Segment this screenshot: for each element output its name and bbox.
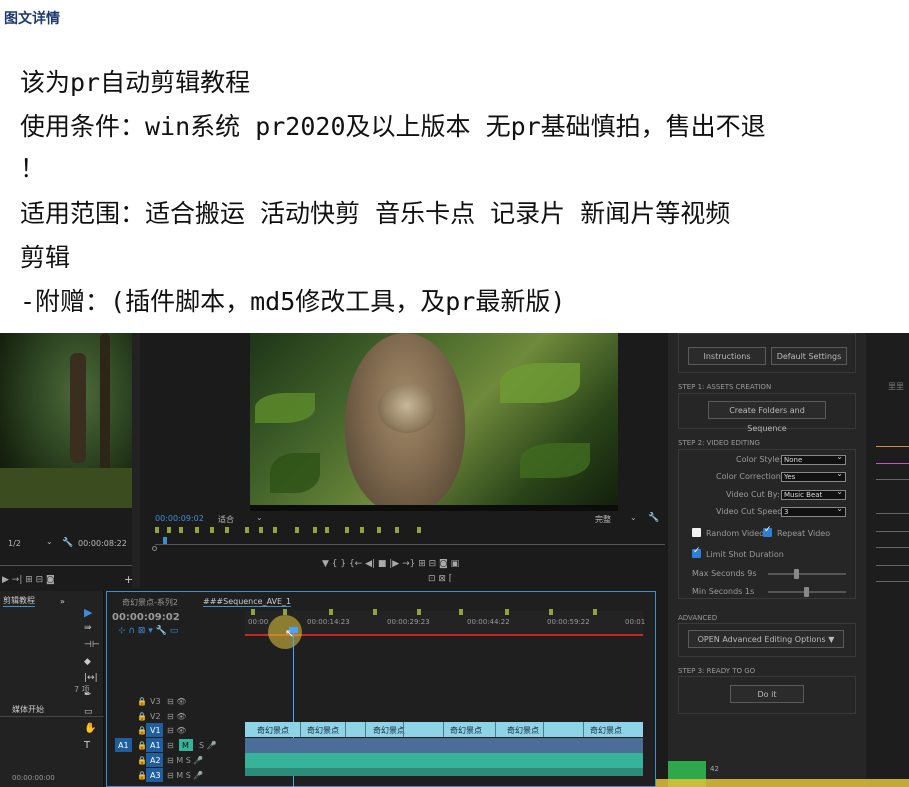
description-line-6: -附赠：(插件脚本，md5修改工具，及pr最新版) bbox=[20, 287, 566, 316]
color-correction-select[interactable]: Yes bbox=[781, 470, 846, 482]
max-seconds-label: Max Seconds 9s bbox=[692, 569, 757, 578]
track-header-a2[interactable]: 🔒 A2 ⊟ M S 🎤 bbox=[107, 753, 245, 767]
step1-heading: STEP 1: ASSETS CREATION bbox=[678, 383, 772, 391]
timeline-timecode: 00:00:09:02 bbox=[112, 612, 180, 623]
right-panel-label: 里里 bbox=[888, 382, 904, 391]
program-extra-icons[interactable]: ⊡ ⊠ ⌈ bbox=[428, 574, 452, 584]
description-line-1: 该为pr自动剪辑教程 bbox=[20, 68, 251, 97]
add-button-icon[interactable]: + bbox=[124, 573, 133, 586]
create-folders-button[interactable]: Create Folders and Sequence bbox=[708, 401, 826, 433]
repeat-video-label: Repeat Video bbox=[777, 529, 831, 538]
step3-heading: STEP 3: READY TO GO bbox=[678, 667, 756, 675]
source-zoom-dropdown-icon[interactable]: ⌄ bbox=[46, 537, 53, 546]
default-settings-button[interactable]: Default Settings bbox=[771, 347, 847, 365]
rectangle-tool-icon[interactable]: ▭ bbox=[84, 707, 93, 717]
random-video-checkbox[interactable] bbox=[692, 528, 701, 537]
open-advanced-button[interactable]: OPEN Advanced Editing Options ▼ bbox=[688, 630, 844, 648]
limit-shot-label: Limit Shot Duration bbox=[706, 550, 784, 559]
do-it-button[interactable]: Do it bbox=[730, 685, 804, 703]
track-header-v2[interactable]: 🔒 V2 ⊟ 👁 bbox=[107, 709, 245, 723]
max-seconds-slider[interactable] bbox=[768, 573, 846, 575]
video-cut-speed-select[interactable]: 3 bbox=[781, 505, 846, 517]
right-edge-panel: 里里 bbox=[866, 333, 909, 787]
track-select-icon[interactable]: ⇛ bbox=[84, 623, 92, 633]
program-timecode: 00:00:09:02 bbox=[155, 514, 204, 523]
wrench-icon[interactable]: 🔧 bbox=[62, 538, 73, 548]
min-seconds-label: Min Seconds 1s bbox=[692, 587, 755, 596]
track-header-v3[interactable]: 🔒 V3 ⊟ 👁 bbox=[107, 694, 245, 708]
random-video-label: Random Video bbox=[706, 529, 765, 538]
type-tool-icon[interactable]: T bbox=[84, 740, 90, 751]
program-fit-dropdown[interactable]: 适合 bbox=[218, 514, 234, 525]
project-timecode: 00:00:00:00 bbox=[12, 774, 55, 782]
fit-dropdown-icon[interactable]: ⌄ bbox=[256, 513, 263, 522]
track-header-v1[interactable]: 🔒 V1 ⊟ 👁 bbox=[107, 723, 245, 737]
source-transport-icons[interactable]: ▶ →| ⊞ ⊟ ◙ bbox=[2, 575, 55, 585]
color-style-label: Color Style: bbox=[736, 455, 783, 464]
pen-tool-icon[interactable]: ✒ bbox=[84, 690, 92, 700]
razor-tool-icon[interactable]: ◆ bbox=[84, 657, 91, 667]
program-monitor-frame bbox=[250, 333, 618, 505]
timeline-tab-2[interactable]: ###Sequence_AVE_1 bbox=[203, 597, 292, 607]
repeat-video-checkbox[interactable]: ✓ bbox=[763, 525, 772, 537]
timeline-ruler[interactable]: 00:00 00:00:14:23 00:00:29:23 00:00:44:2… bbox=[245, 611, 645, 636]
audio-track-a2-clips[interactable] bbox=[245, 753, 643, 768]
plugin-panel: Instructions Default Settings STEP 1: AS… bbox=[668, 333, 866, 787]
program-transport-icons[interactable]: ▼ { } {← ◀| ■ |▶ →} ⊞ ⊟ ◙ ▣ bbox=[322, 559, 459, 569]
description-line-2: 使用条件：win系统 pr2020及以上版本 无pr基础慎拍，售出不退 bbox=[20, 112, 766, 141]
hand-tool-icon[interactable]: ✋ bbox=[84, 723, 96, 734]
video-cut-speed-label: Video Cut Speed: bbox=[716, 507, 786, 516]
description-line-3: ！ bbox=[20, 154, 46, 183]
timeline-tool-icons[interactable]: ⊹ ∩ ⊠ ▾ 🔧 ▭ bbox=[118, 626, 178, 636]
project-item[interactable]: 媒体开始 bbox=[12, 704, 44, 715]
source-zoom[interactable]: 1/2 bbox=[8, 539, 21, 548]
program-quality-dropdown[interactable]: 完整 bbox=[595, 514, 611, 525]
project-panel-title[interactable]: 剪辑教程 bbox=[3, 595, 35, 607]
quality-dropdown-icon[interactable]: ⌄ bbox=[630, 513, 637, 522]
timeline-markers bbox=[245, 609, 643, 615]
description-line-4: 适用范围：适合搬运 活动快剪 音乐卡点 记录片 新闻片等视频 bbox=[20, 199, 731, 228]
track-header-a1[interactable]: A1 🔒 A1 ⊟ M S 🎤 bbox=[107, 738, 245, 752]
caret-down-icon: ▼ bbox=[828, 635, 835, 644]
selection-tool-icon[interactable]: ▶ bbox=[84, 606, 92, 619]
premiere-screenshot: 1/2 ⌄ 🔧 00:00:08:22 ▶ →| ⊞ ⊟ ◙ + 00:00:0… bbox=[0, 333, 909, 787]
audio-track-a3-clips[interactable] bbox=[245, 768, 643, 776]
video-cut-by-label: Video Cut By: bbox=[726, 490, 780, 499]
min-seconds-slider-knob[interactable] bbox=[804, 587, 809, 597]
color-style-select[interactable]: None bbox=[781, 453, 846, 465]
instructions-button[interactable]: Instructions bbox=[688, 347, 766, 365]
mouse-cursor-icon: ↖ bbox=[285, 627, 295, 640]
color-correction-label: Color Correction: bbox=[716, 472, 784, 481]
slip-tool-icon[interactable]: |↔| bbox=[84, 673, 98, 683]
program-wrench-icon[interactable]: 🔧 bbox=[648, 513, 659, 523]
track-header-a3[interactable]: 🔒 A3 ⊟ M S 🎤 bbox=[107, 768, 245, 782]
step2-heading: STEP 2: VIDEO EDITING bbox=[678, 439, 760, 447]
ripple-edit-icon[interactable]: ⊣⊢ bbox=[84, 640, 100, 650]
source-timecode: 00:00:08:22 bbox=[78, 539, 127, 548]
audio-track-a1-clips[interactable] bbox=[245, 738, 643, 753]
marker-strip bbox=[155, 527, 430, 535]
description-line-5: 剪辑 bbox=[20, 243, 71, 272]
timeline-tab-1[interactable]: 奇幻景点-系列2 bbox=[122, 597, 178, 608]
source-monitor-frame bbox=[0, 333, 132, 508]
page-header-title: 图文详情 bbox=[4, 11, 60, 27]
panel-menu-icon[interactable]: » bbox=[60, 597, 65, 606]
advanced-heading: ADVANCED bbox=[678, 614, 718, 622]
max-seconds-slider-knob[interactable] bbox=[794, 569, 799, 579]
video-cut-by-select[interactable]: Music Beat bbox=[781, 488, 846, 500]
video-track-v1-clips[interactable]: 奇幻景点 奇幻景点 奇幻景点 奇幻景点 奇幻景点 奇幻景点 bbox=[245, 722, 643, 737]
program-scrub-bar[interactable] bbox=[155, 537, 665, 545]
meter-number: 42 bbox=[710, 765, 719, 773]
tools-panel: ▶ ⇛ ⊣⊢ ◆ |↔| ✒ ▭ ✋ T bbox=[80, 603, 102, 753]
limit-shot-checkbox[interactable]: ✓ bbox=[692, 546, 701, 558]
